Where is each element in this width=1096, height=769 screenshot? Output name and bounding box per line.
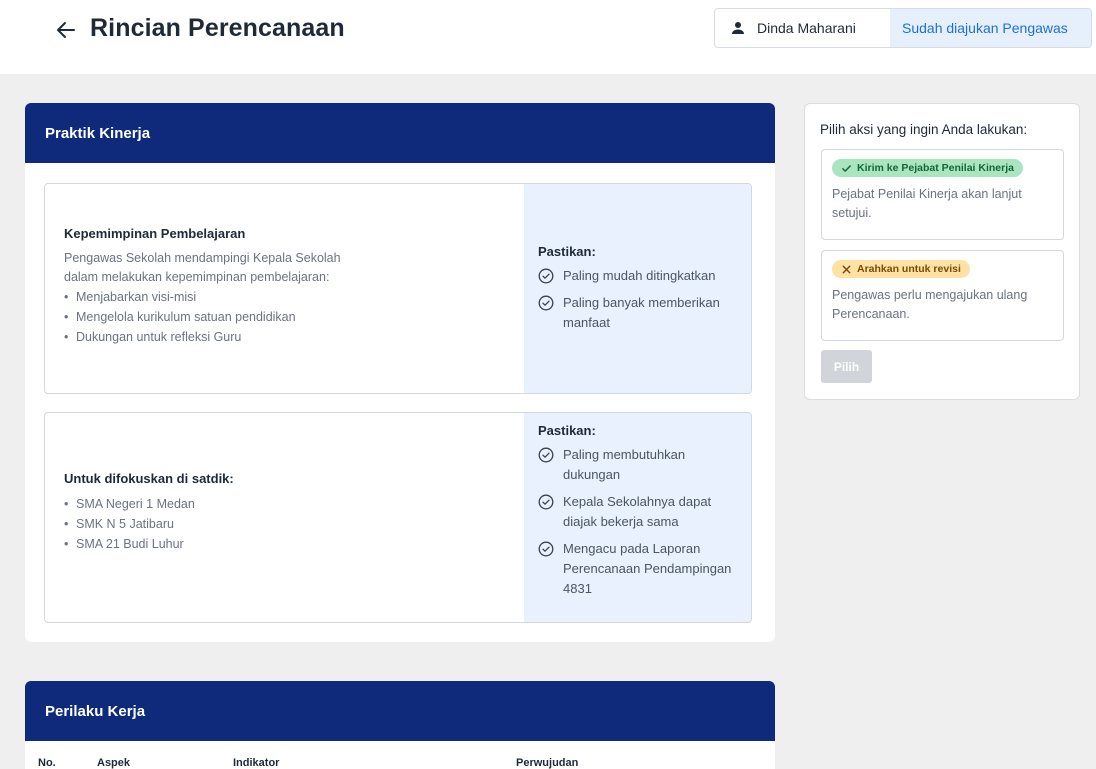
- send-to-assessor-tag: Kirim ke Pejabat Penilai Kinerja: [832, 159, 1023, 177]
- page-title: Rincian Perencanaan: [90, 14, 345, 42]
- check-circle-icon: [538, 268, 554, 284]
- satdik-school-list: SMA Negeri 1 Medan SMK N 5 Jatibaru SMA …: [64, 494, 524, 554]
- action-card: Pilih aksi yang ingin Anda lakukan: Kiri…: [804, 103, 1080, 400]
- check-circle-icon: [538, 541, 554, 557]
- kepemimpinan-heading: Kepemimpinan Pembelajaran: [64, 226, 246, 241]
- column-header-aspek: Aspek: [97, 757, 131, 769]
- perilaku-kerja-card: Perilaku Kerja No. Aspek Indikator Perwu…: [25, 681, 775, 769]
- list-item: Mengelola kurikulum satuan pendidikan: [64, 307, 524, 327]
- back-arrow-icon[interactable]: [54, 18, 78, 42]
- list-item: SMA 21 Budi Luhur: [64, 534, 524, 554]
- check-icon: [842, 164, 851, 172]
- perilaku-kerja-header: Perilaku Kerja: [25, 681, 775, 741]
- check-item: Paling banyak memberikan manfaat: [538, 293, 741, 333]
- satdik-heading: Untuk difokuskan di satdik:: [64, 471, 234, 486]
- kepemimpinan-desc-line2: dalam melakukan kepemimpinan pembelajara…: [64, 270, 330, 284]
- satdik-details: Untuk difokuskan di satdik: SMA Negeri 1…: [45, 413, 524, 622]
- list-item: SMA Negeri 1 Medan: [64, 494, 524, 514]
- action-title: Pilih aksi yang ingin Anda lakukan:: [820, 122, 1028, 137]
- check-item: Mengacu pada Laporan Perencanaan Pendamp…: [538, 539, 741, 599]
- praktik-kinerja-header: Praktik Kinerja: [25, 103, 775, 163]
- request-revision-tag: Arahkan untuk revisi: [832, 260, 970, 278]
- check-item: Paling membutuhkan dukungan: [538, 445, 741, 485]
- column-header-indikator: Indikator: [233, 757, 280, 769]
- user-status-pill: Dinda Maharani Sudah diajukan Pengawas: [714, 8, 1092, 48]
- send-to-assessor-label: Kirim ke Pejabat Penilai Kinerja: [857, 162, 1014, 174]
- column-header-no: No.: [38, 757, 56, 769]
- praktik-kinerja-card: Praktik Kinerja Kepemimpinan Pembelajara…: [25, 103, 775, 642]
- satdik-panel: Untuk difokuskan di satdik: SMA Negeri 1…: [44, 412, 752, 623]
- option-request-revision[interactable]: Arahkan untuk revisi Pengawas perlu meng…: [821, 250, 1064, 341]
- check-item: Paling mudah ditingkatkan: [538, 266, 741, 286]
- status-badge: Sudah diajukan Pengawas: [890, 9, 1091, 47]
- check-circle-icon: [538, 494, 554, 510]
- kepemimpinan-bullet-list: Menjabarkan visi-misi Mengelola kurikulu…: [64, 287, 524, 347]
- choose-button[interactable]: Pilih: [821, 350, 872, 383]
- check-circle-icon: [538, 295, 554, 311]
- send-to-assessor-desc: Pejabat Penilai Kinerja akan lanjut setu…: [832, 186, 1022, 220]
- check-text: Paling membutuhkan dukungan: [563, 447, 686, 482]
- close-icon: [842, 265, 851, 273]
- request-revision-label: Arahkan untuk revisi: [857, 263, 961, 275]
- kepemimpinan-details: Kepemimpinan Pembelajaran Pengawas Sekol…: [45, 184, 524, 393]
- option-send-to-assessor[interactable]: Kirim ke Pejabat Penilai Kinerja Pejabat…: [821, 149, 1064, 240]
- check-text: Paling banyak memberikan manfaat: [563, 295, 720, 330]
- checks-title: Pastikan:: [538, 244, 596, 259]
- user-name: Dinda Maharani: [757, 20, 856, 36]
- kepemimpinan-panel: Kepemimpinan Pembelajaran Pengawas Sekol…: [44, 183, 752, 394]
- list-item: Dukungan untuk refleksi Guru: [64, 327, 524, 347]
- column-header-perwujudan: Perwujudan: [516, 757, 579, 769]
- list-item: Menjabarkan visi-misi: [64, 287, 524, 307]
- user-info[interactable]: Dinda Maharani: [715, 9, 890, 47]
- request-revision-desc: Pengawas perlu mengajukan ulang Perencan…: [832, 287, 1028, 321]
- check-text: Paling mudah ditingkatkan: [563, 268, 716, 283]
- person-icon: [732, 22, 744, 34]
- check-circle-icon: [538, 447, 554, 463]
- kepemimpinan-desc-line1: Pengawas Sekolah mendampingi Kepala Seko…: [64, 251, 341, 265]
- satdik-checks: Pastikan: Paling membutuhkan dukungan Ke…: [524, 413, 751, 622]
- table-header-row: No. Aspek Indikator Perwujudan: [25, 741, 775, 769]
- kepemimpinan-checks: Pastikan: Paling mudah ditingkatkan Pali…: [524, 184, 751, 393]
- check-text: Kepala Sekolahnya dapat diajak bekerja s…: [563, 494, 712, 529]
- list-item: SMK N 5 Jatibaru: [64, 514, 524, 534]
- checks-title: Pastikan:: [538, 423, 596, 438]
- top-bar: Rincian Perencanaan Dinda Maharani Sudah…: [0, 0, 1096, 74]
- check-item: Kepala Sekolahnya dapat diajak bekerja s…: [538, 492, 741, 532]
- check-text: Mengacu pada Laporan Perencanaan Pendamp…: [563, 541, 732, 596]
